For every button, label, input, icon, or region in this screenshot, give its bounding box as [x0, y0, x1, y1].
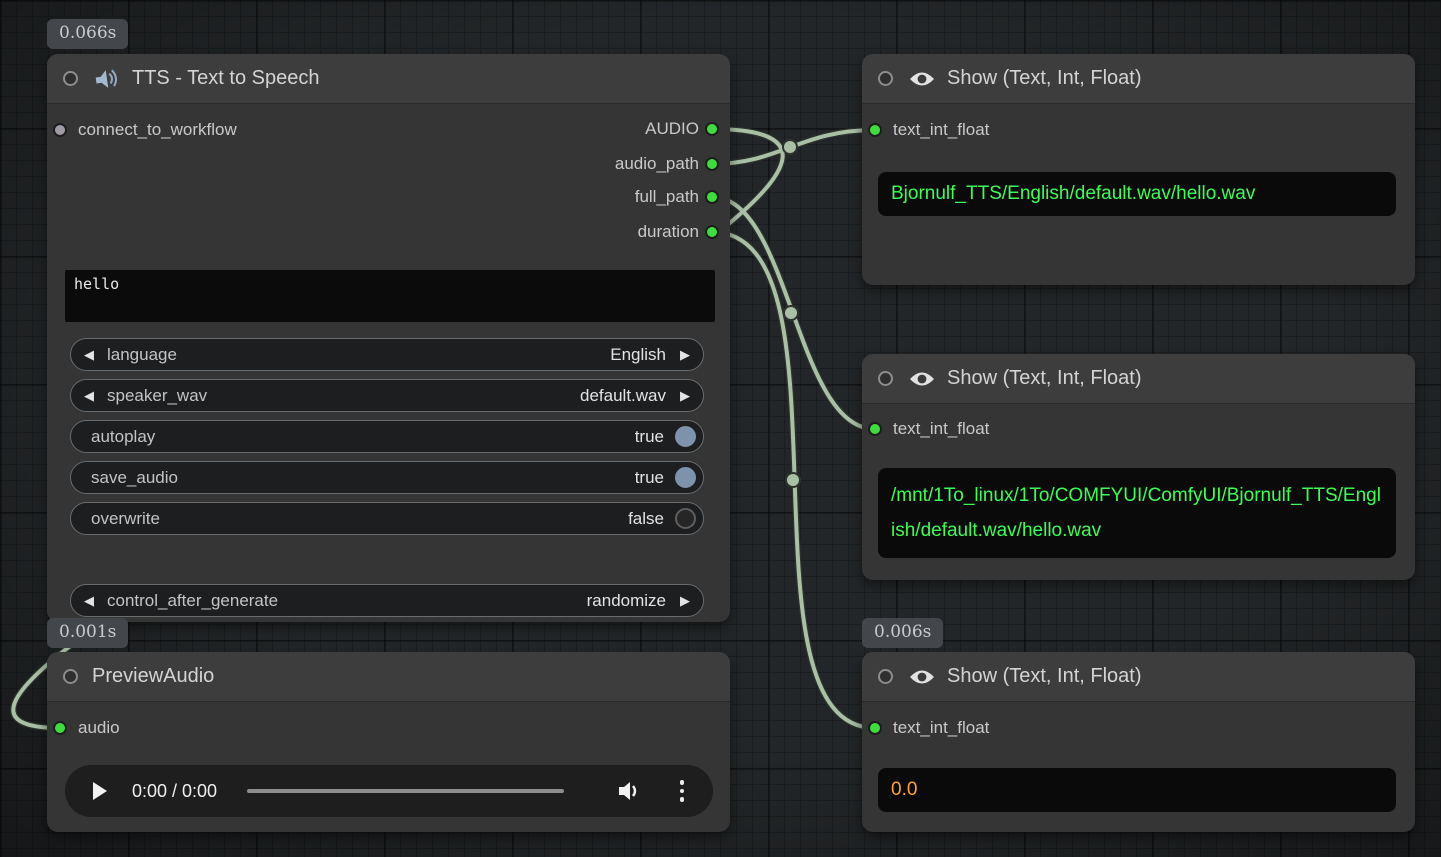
audio-seek-slider[interactable] — [247, 789, 563, 793]
input-slot-text-int-float[interactable] — [868, 422, 882, 436]
eye-icon — [909, 71, 935, 87]
widget-save-audio[interactable]: save_audio true — [70, 461, 704, 494]
widget-value: default.wav — [580, 386, 666, 406]
input-label: text_int_float — [893, 120, 989, 140]
volume-icon[interactable] — [618, 780, 642, 802]
collapse-dot[interactable] — [63, 71, 78, 86]
node-title: Show (Text, Int, Float) — [947, 665, 1142, 688]
node-preview-audio[interactable]: PreviewAudio audio 0:00 / 0:00 — [47, 652, 730, 832]
widget-label: control_after_generate — [107, 591, 587, 611]
toggle-knob[interactable] — [675, 426, 696, 447]
audio-player[interactable]: 0:00 / 0:00 — [65, 765, 713, 817]
combo-prev-icon[interactable]: ◀ — [84, 348, 94, 361]
eye-icon — [909, 669, 935, 685]
output-label-audio: AUDIO — [645, 119, 699, 139]
execution-time-badge: 0.066s — [47, 19, 128, 49]
widget-label: overwrite — [91, 509, 628, 529]
input-slot-text-int-float[interactable] — [868, 721, 882, 735]
node-title: Show (Text, Int, Float) — [947, 367, 1142, 390]
widget-value: English — [610, 345, 666, 365]
input-slot-text-int-float[interactable] — [868, 123, 882, 137]
combo-next-icon[interactable]: ▶ — [680, 348, 690, 361]
collapse-dot[interactable] — [878, 669, 893, 684]
output-slot-full-path[interactable] — [705, 190, 719, 204]
widget-value: true — [635, 468, 664, 488]
show-value-display: /mnt/1To_linux/1To/COMFYUI/ComfyUI/Bjorn… — [878, 468, 1396, 558]
combo-next-icon[interactable]: ▶ — [680, 594, 690, 607]
widget-speaker-wav[interactable]: ◀ speaker_wav default.wav ▶ — [70, 379, 704, 412]
node-show-text-2[interactable]: Show (Text, Int, Float) text_int_float /… — [862, 354, 1415, 580]
output-label-full-path: full_path — [635, 187, 699, 207]
collapse-dot[interactable] — [878, 71, 893, 86]
node-title: TTS - Text to Speech — [132, 67, 320, 90]
show-value-display: 0.0 — [878, 768, 1396, 812]
widget-language[interactable]: ◀ language English ▶ — [70, 338, 704, 371]
output-slot-audio-path[interactable] — [705, 157, 719, 171]
widget-overwrite[interactable]: overwrite false — [70, 502, 704, 535]
node-header[interactable]: Show (Text, Int, Float) — [862, 54, 1415, 104]
collapse-dot[interactable] — [878, 371, 893, 386]
node-header[interactable]: PreviewAudio — [47, 652, 730, 702]
execution-time-badge: 0.001s — [47, 618, 128, 648]
link-midpoint-dot[interactable] — [784, 306, 798, 320]
input-label: text_int_float — [893, 718, 989, 738]
audio-time: 0:00 / 0:00 — [132, 781, 217, 802]
widget-value: true — [635, 427, 664, 447]
toggle-knob[interactable] — [675, 508, 696, 529]
eye-icon — [909, 371, 935, 387]
output-label-duration: duration — [638, 222, 699, 242]
node-header[interactable]: Show (Text, Int, Float) — [862, 354, 1415, 404]
node-show-text-3[interactable]: Show (Text, Int, Float) text_int_float 0… — [862, 652, 1415, 832]
node-tts-text-to-speech[interactable]: TTS - Text to Speech connect_to_workflow… — [47, 54, 730, 622]
node-header[interactable]: Show (Text, Int, Float) — [862, 652, 1415, 702]
show-value-display: Bjornulf_TTS/English/default.wav/hello.w… — [878, 172, 1396, 216]
output-slot-audio[interactable] — [705, 122, 719, 136]
widget-label: speaker_wav — [107, 386, 580, 406]
input-label: connect_to_workflow — [78, 120, 237, 140]
node-title: Show (Text, Int, Float) — [947, 67, 1142, 90]
kebab-menu-icon[interactable] — [678, 778, 687, 804]
output-label-audio-path: audio_path — [615, 154, 699, 174]
widget-value: false — [628, 509, 664, 529]
speaker-waves-icon — [94, 68, 120, 90]
input-label: text_int_float — [893, 419, 989, 439]
combo-prev-icon[interactable]: ◀ — [84, 594, 94, 607]
widget-label: autoplay — [91, 427, 635, 447]
play-icon[interactable] — [92, 781, 108, 801]
node-title: PreviewAudio — [92, 665, 214, 688]
widget-control-after-generate[interactable]: ◀ control_after_generate randomize ▶ — [70, 584, 704, 617]
execution-time-badge: 0.006s — [862, 618, 943, 648]
input-slot-audio[interactable] — [53, 721, 67, 735]
widget-autoplay[interactable]: autoplay true — [70, 420, 704, 453]
node-header[interactable]: TTS - Text to Speech — [47, 54, 730, 104]
output-slot-duration[interactable] — [705, 225, 719, 239]
link-midpoint-dot[interactable] — [786, 473, 800, 487]
input-slot-connect-to-workflow[interactable] — [53, 123, 67, 137]
combo-prev-icon[interactable]: ◀ — [84, 389, 94, 402]
text-prompt-input[interactable]: hello — [65, 270, 715, 322]
widget-label: save_audio — [91, 468, 635, 488]
widget-value: randomize — [587, 591, 666, 611]
collapse-dot[interactable] — [63, 669, 78, 684]
widget-label: language — [107, 345, 610, 365]
combo-next-icon[interactable]: ▶ — [680, 389, 690, 402]
input-label: audio — [78, 718, 120, 738]
toggle-knob[interactable] — [675, 467, 696, 488]
node-show-text-1[interactable]: Show (Text, Int, Float) text_int_float B… — [862, 54, 1415, 285]
link-midpoint-dot[interactable] — [783, 140, 797, 154]
